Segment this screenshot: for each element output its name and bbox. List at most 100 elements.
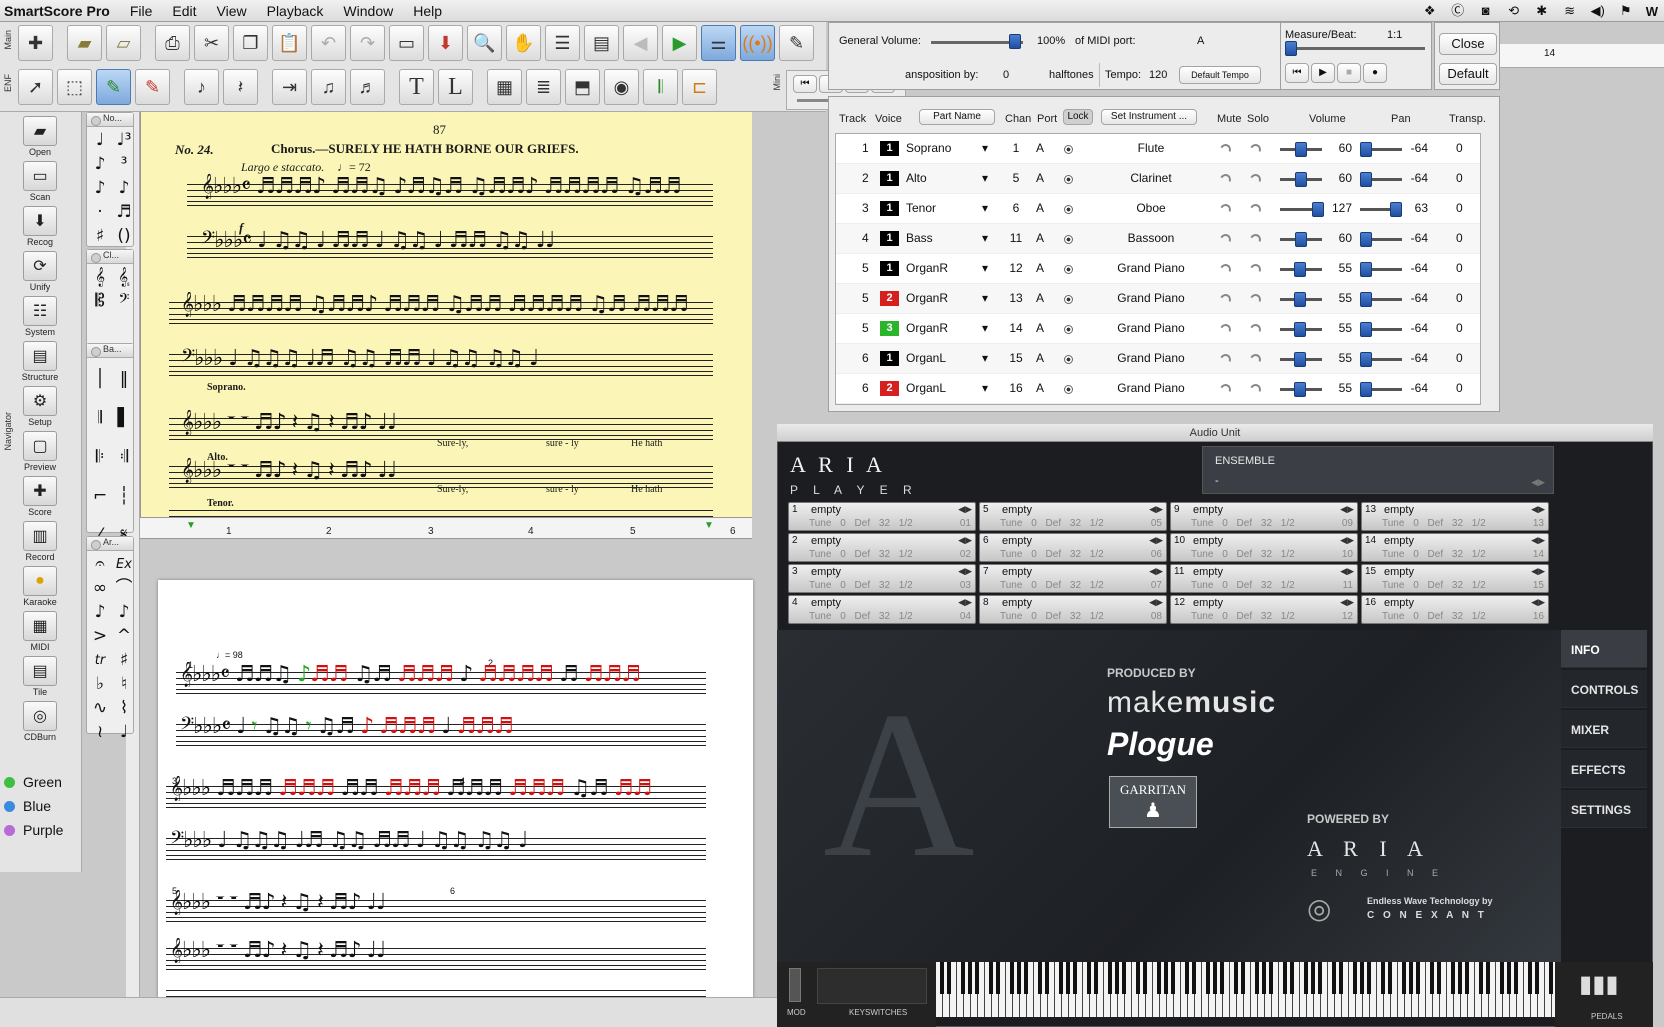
part-dropdown-icon[interactable]: ▾ [982, 381, 988, 395]
black-key[interactable] [1122, 962, 1126, 994]
instrument-slot-5[interactable]: 5 empty Tune 0 Def 32 1/2 ◀▶ 05 [979, 502, 1167, 531]
menu-edit[interactable]: Edit [162, 3, 206, 19]
part-name[interactable]: OrganR [906, 261, 948, 275]
scanned-image-pane[interactable]: 87 No. 24. Chorus.—SURELY HE HATH BORNE … [140, 112, 752, 517]
time-machine-icon[interactable]: ⟲ [1506, 4, 1522, 18]
midi-port-value[interactable]: A [1197, 35, 1204, 47]
volume-knob[interactable] [1294, 322, 1306, 337]
recognize-button[interactable]: ⬇ [428, 25, 463, 61]
tools-button[interactable]: ✎ [779, 25, 814, 61]
instrument-name[interactable]: Grand Piano [1096, 321, 1206, 335]
dropbox-icon[interactable]: ❖ [1422, 4, 1438, 18]
octave-clef-icon[interactable]: 𝄠 [113, 267, 135, 288]
mute-icon[interactable] [1218, 322, 1233, 337]
trill-icon[interactable]: tr [89, 650, 111, 671]
voice-badge[interactable]: 2 [880, 381, 899, 396]
black-key[interactable] [1059, 962, 1063, 994]
pan-knob[interactable] [1360, 232, 1372, 247]
black-key[interactable] [1549, 962, 1553, 994]
zoom-button[interactable]: 🔍 [467, 25, 502, 61]
voice-badge[interactable]: 1 [880, 261, 899, 276]
volume-icon[interactable]: ◀) [1590, 4, 1606, 18]
solo-icon[interactable] [1248, 322, 1263, 337]
voice-badge[interactable]: 1 [880, 141, 899, 156]
instrument-slot-6[interactable]: 6 empty Tune 0 Def 32 1/2 ◀▶ 06 [979, 533, 1167, 562]
aria-tab-effects[interactable]: EFFECTS [1561, 750, 1647, 788]
port[interactable]: A [1036, 291, 1044, 305]
pedals-icon[interactable]: ▮▮▮ [1579, 970, 1619, 999]
sidebar-button-tile[interactable]: ▤ Tile [20, 656, 60, 697]
tuplet3-icon[interactable]: ³ [113, 154, 135, 175]
transpose-value[interactable]: 0 [1456, 381, 1463, 395]
treble-clef-icon[interactable]: 𝄞 [89, 267, 111, 288]
channel[interactable]: 13 [1004, 291, 1028, 305]
bars-tool-button[interactable]: 𝄃 [643, 69, 678, 105]
default-tempo-button[interactable]: Default Tempo [1179, 66, 1261, 84]
final-barline-icon[interactable]: 𝄂 [89, 400, 111, 436]
part-name[interactable]: Soprano [906, 141, 951, 155]
black-key[interactable] [1269, 962, 1273, 994]
black-key[interactable] [1304, 962, 1308, 994]
black-key[interactable] [1486, 962, 1490, 994]
black-key[interactable] [1311, 962, 1315, 994]
black-key[interactable] [1367, 962, 1371, 994]
black-key[interactable] [1024, 962, 1028, 994]
black-key[interactable] [1206, 962, 1210, 994]
black-key[interactable] [1514, 962, 1518, 994]
instrument-name[interactable]: Flute [1096, 141, 1206, 155]
ensemble-box[interactable]: ENSEMBLE - ◀▶ [1202, 446, 1554, 494]
black-key[interactable] [1318, 962, 1322, 994]
instrument-slot-10[interactable]: 10 empty Tune 0 Def 32 1/2 ◀▶ 10 [1170, 533, 1358, 562]
aria-tab-controls[interactable]: CONTROLS [1561, 670, 1647, 708]
black-key[interactable] [1108, 962, 1112, 994]
volume-knob[interactable] [1294, 292, 1306, 307]
page-view-button[interactable]: ▤ [584, 25, 619, 61]
black-key[interactable] [1213, 962, 1217, 994]
instrument-name[interactable]: Bassoon [1096, 231, 1206, 245]
voice-badge[interactable]: 2 [880, 291, 899, 306]
black-key[interactable] [1479, 962, 1483, 994]
channel[interactable]: 12 [1004, 261, 1028, 275]
black-key[interactable] [1290, 962, 1294, 994]
aria-tab-mixer[interactable]: MIXER [1561, 710, 1647, 748]
natural-acc-icon[interactable]: ♮ [113, 674, 135, 695]
flat-acc-icon[interactable]: ♭ [89, 674, 111, 695]
channel[interactable]: 5 [1004, 171, 1028, 185]
sidebar-button-cdburn[interactable]: ◎ CDBurn [20, 701, 60, 742]
black-key[interactable] [1500, 962, 1504, 994]
black-key[interactable] [975, 962, 979, 994]
mini-rewind-button[interactable]: ⏮ [793, 75, 817, 93]
ex-icon[interactable]: Ex [113, 554, 135, 575]
repeat-end-icon[interactable]: 𝄇 [113, 439, 135, 475]
voice-badge[interactable]: 1 [880, 351, 899, 366]
part-name[interactable]: Tenor [906, 201, 936, 215]
next-page-button[interactable]: ▶ [662, 25, 697, 61]
ruler-end-marker-icon[interactable]: ▼ [704, 520, 714, 531]
instrument-name[interactable]: Grand Piano [1096, 291, 1206, 305]
sidebar-button-score[interactable]: ✚ Score [20, 476, 60, 517]
black-key[interactable] [940, 962, 944, 994]
mixer-row[interactable]: 4 1 Bass ▾ 11 A Bassoon 60 -64 0 [836, 224, 1480, 254]
instrument-name[interactable]: Grand Piano [1096, 381, 1206, 395]
black-key[interactable] [1535, 962, 1539, 994]
mute-icon[interactable] [1218, 172, 1233, 187]
instrument-slot-2[interactable]: 2 empty Tune 0 Def 32 1/2 ◀▶ 02 [788, 533, 976, 562]
instrument-slot-14[interactable]: 14 empty Tune 0 Def 32 1/2 ◀▶ 14 [1361, 533, 1549, 562]
measure-slider-knob[interactable] [1285, 41, 1297, 56]
black-key[interactable] [1143, 962, 1147, 994]
tie-tool-button[interactable]: ♫ [311, 69, 346, 105]
black-key[interactable] [1241, 962, 1245, 994]
bracket-tool-button[interactable]: ⊏ [682, 69, 717, 105]
redo-button[interactable]: ↷ [350, 25, 385, 61]
page-list-button[interactable]: ☰ [545, 25, 580, 61]
black-key[interactable] [1045, 962, 1049, 994]
black-key[interactable] [1465, 962, 1469, 994]
channel[interactable]: 16 [1004, 381, 1028, 395]
port[interactable]: A [1036, 321, 1044, 335]
channel[interactable]: 14 [1004, 321, 1028, 335]
dot-icon[interactable]: · [89, 202, 111, 223]
black-key[interactable] [1353, 962, 1357, 994]
marquee-button[interactable]: ⬚ [57, 69, 92, 105]
undo-button[interactable]: ↶ [311, 25, 346, 61]
volume-knob[interactable] [1294, 352, 1306, 367]
